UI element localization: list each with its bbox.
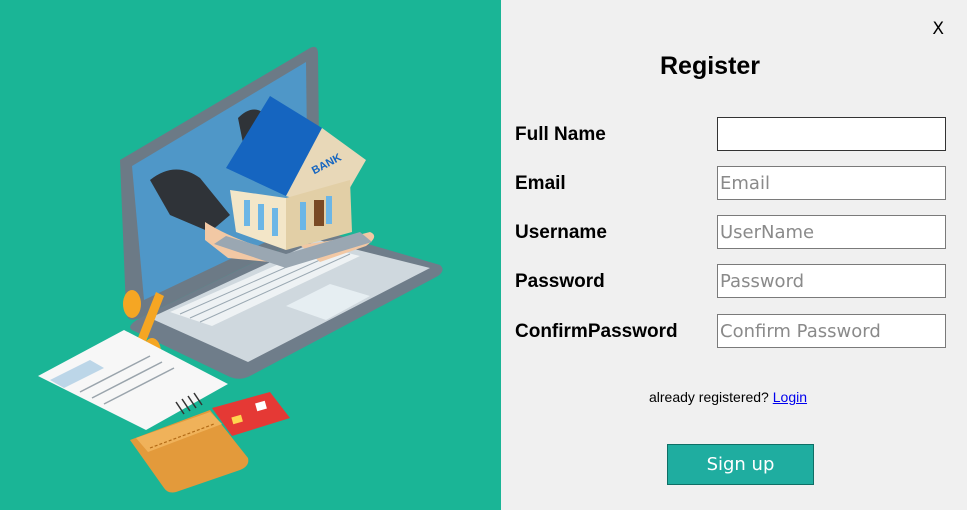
illustration-panel: BANK <box>0 0 501 510</box>
already-registered-text: already registered? <box>649 389 769 405</box>
close-icon[interactable]: X <box>932 19 944 39</box>
login-prompt: already registered? Login <box>649 389 807 405</box>
page-title: Register <box>660 52 761 80</box>
confirm-password-input[interactable] <box>717 314 946 348</box>
full-name-input[interactable] <box>717 117 946 151</box>
email-input[interactable] <box>717 166 946 200</box>
banking-illustration: BANK <box>38 46 443 493</box>
register-window: BANK X Register Full Name Email Email Us… <box>0 0 967 510</box>
login-link[interactable]: Login <box>773 389 807 405</box>
confirm-password-label: ConfirmPassword <box>515 321 678 342</box>
signup-button[interactable]: Sign up <box>667 444 814 485</box>
username-input[interactable] <box>717 215 946 249</box>
username-label: Username <box>515 222 607 243</box>
full-name-label: Full Name <box>515 124 606 145</box>
password-input[interactable] <box>717 264 946 298</box>
email-label: Email <box>515 173 566 194</box>
password-label: Password <box>515 271 605 292</box>
